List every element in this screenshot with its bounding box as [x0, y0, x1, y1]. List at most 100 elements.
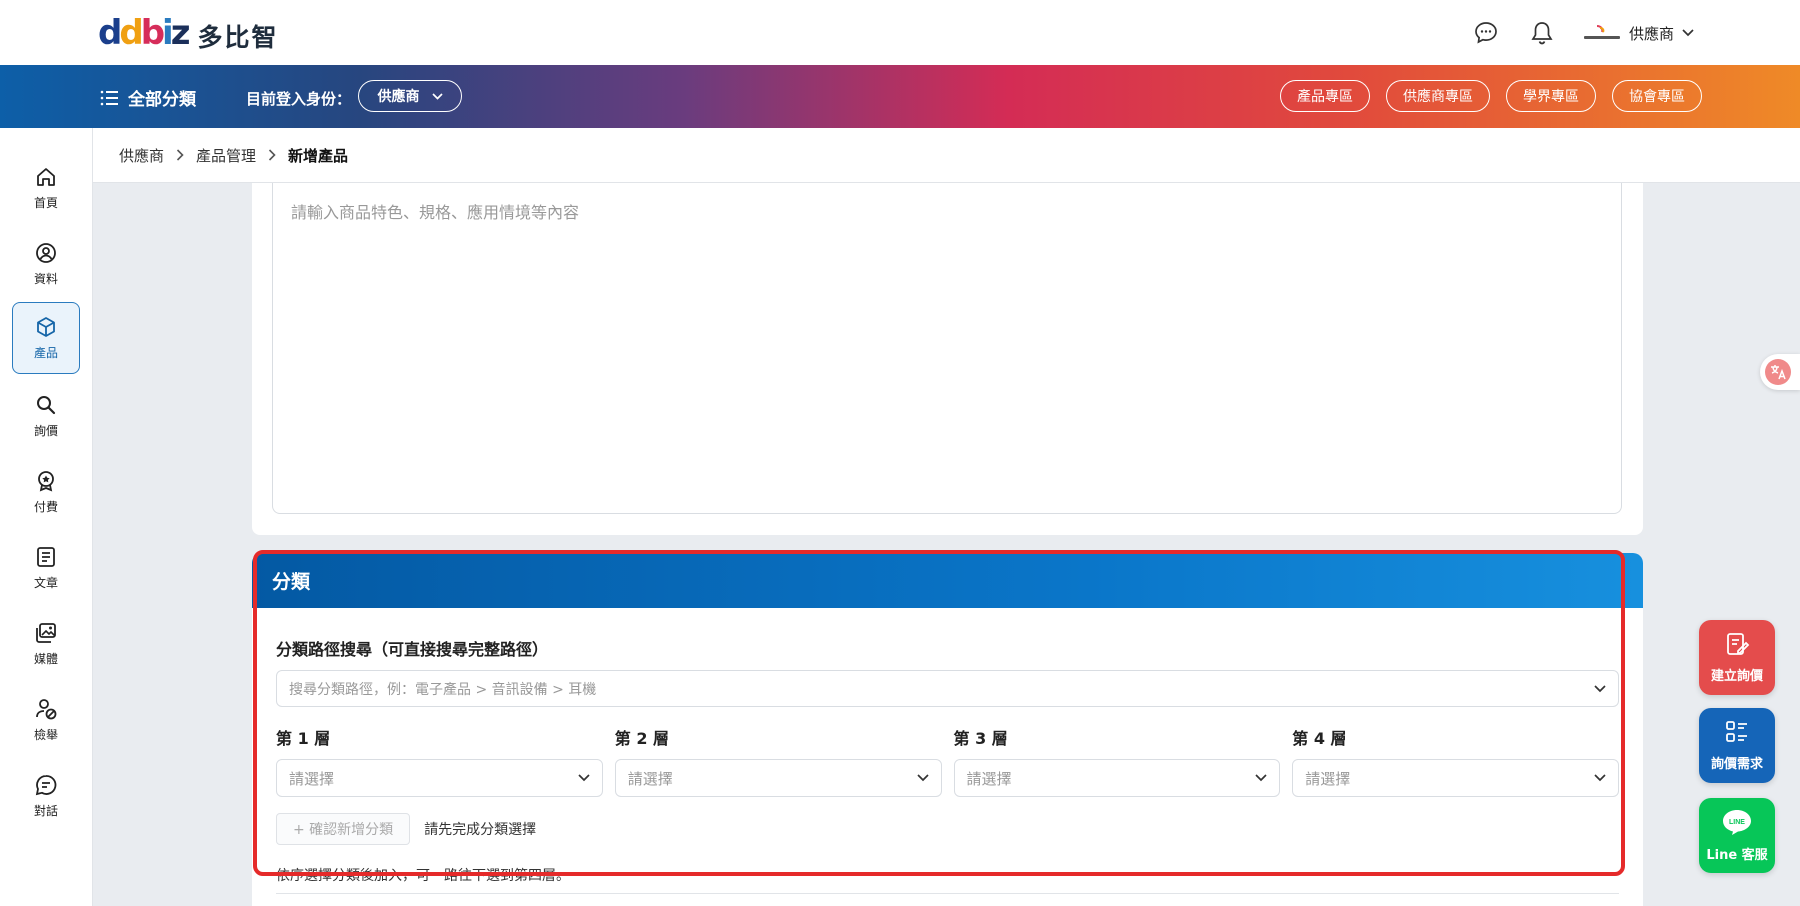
- sidebar-item-chat[interactable]: 對話: [12, 760, 80, 832]
- layer-4-placeholder: 請選擇: [1305, 769, 1351, 788]
- chevron-down-icon: [578, 774, 590, 782]
- zone-academia-button[interactable]: 學界專區: [1506, 80, 1596, 112]
- sidebar-item-home[interactable]: 首頁: [12, 152, 80, 224]
- zone-suppliers-button[interactable]: 供應商專區: [1386, 80, 1490, 112]
- layer-2-label: 第 2 層: [614, 729, 670, 748]
- layer-1-select[interactable]: 請選擇: [276, 759, 603, 797]
- sidebar-item-label: 產品: [33, 345, 58, 360]
- layer-3-group: 第 3 層 請選擇: [953, 725, 1281, 797]
- sidebar-item-inquiry[interactable]: 詢價: [12, 380, 80, 452]
- all-categories-label: 全部分類: [128, 90, 196, 110]
- role-label: 目前登入身份：: [246, 90, 352, 108]
- images-icon: [36, 622, 56, 643]
- breadcrumb-item-product-management[interactable]: 產品管理: [196, 145, 256, 166]
- sidebar-item-label: 文章: [33, 575, 58, 590]
- top-header: ddbiz 多比智 供應商: [0, 0, 1800, 65]
- chevron-down-icon: [1682, 29, 1694, 37]
- layer-3-select[interactable]: 請選擇: [953, 759, 1281, 797]
- report-user-icon: [36, 698, 57, 719]
- sidebar-item-products[interactable]: 產品: [12, 302, 80, 374]
- chevron-right-icon: [268, 149, 276, 161]
- layer-4-label: 第 4 層: [1292, 729, 1347, 748]
- sidebar: 首頁 資料 產品 詢價 付費 文章 媒體 檢舉 對話: [0, 128, 93, 906]
- sidebar-item-payment[interactable]: 付費: [12, 456, 80, 528]
- breadcrumb: 供應商 產品管理 新增產品: [93, 128, 1800, 183]
- zone-products-button[interactable]: 產品專區: [1280, 80, 1370, 112]
- sidebar-item-label: 首頁: [33, 195, 58, 210]
- chevron-down-icon: [1594, 774, 1606, 782]
- sidebar-item-articles[interactable]: 文章: [12, 532, 80, 604]
- layer-2-placeholder: 請選擇: [627, 769, 673, 788]
- sidebar-item-label: 檢舉: [33, 727, 58, 742]
- layer-3-placeholder: 請選擇: [966, 769, 1012, 788]
- inquiry-needs-label: 詢價需求: [1710, 757, 1763, 772]
- chat-bubble-icon[interactable]: [1471, 18, 1501, 48]
- create-inquiry-label: 建立詢價: [1710, 669, 1763, 684]
- badge-icon: [38, 470, 54, 491]
- zone-associations-button[interactable]: 協會專區: [1612, 80, 1702, 112]
- chevron-down-icon: [1594, 684, 1606, 692]
- inquiry-needs-button[interactable]: 詢價需求: [1699, 708, 1775, 783]
- line-service-button[interactable]: LINE Line 客服: [1699, 798, 1775, 873]
- list-icon: [100, 90, 118, 105]
- confirm-hint: 請先完成分類選擇: [424, 822, 537, 838]
- home-icon: [37, 167, 55, 186]
- all-categories-button[interactable]: 全部分類: [100, 85, 196, 110]
- category-card: 分類 分類路徑搜尋（可直接搜尋完整路徑） 搜尋分類路徑，例：電子產品 > 音訊設…: [252, 553, 1643, 906]
- breadcrumb-item-current: 新增產品: [288, 146, 349, 165]
- chevron-right-icon: [176, 149, 184, 161]
- category-path-label: 分類路徑搜尋（可直接搜尋完整路徑）: [276, 640, 549, 659]
- logo-mark-icon: ddbiz: [98, 13, 190, 53]
- chevron-down-icon: [1255, 774, 1267, 782]
- sidebar-item-label: 資料: [33, 271, 58, 286]
- chevron-down-icon: [431, 92, 443, 100]
- sidebar-item-label: 對話: [33, 803, 58, 818]
- category-section-title: 分類: [252, 553, 1643, 608]
- translate-button[interactable]: [1760, 354, 1800, 390]
- category-path-placeholder: 搜尋分類路徑，例：電子產品 > 音訊設備 > 耳機: [289, 681, 597, 698]
- layer-1-label: 第 1 層: [276, 729, 331, 748]
- line-logo-icon: LINE: [1723, 810, 1751, 835]
- list-grid-icon: [1726, 721, 1747, 742]
- breadcrumb-item-supplier[interactable]: 供應商: [119, 145, 164, 166]
- layer-1-placeholder: 請選擇: [289, 769, 335, 788]
- user-circle-icon: [36, 242, 56, 263]
- layer-2-select[interactable]: 請選擇: [614, 759, 942, 797]
- create-inquiry-button[interactable]: 建立詢價: [1699, 620, 1775, 695]
- company-logo-icon: [1583, 24, 1621, 42]
- role-select[interactable]: 供應商: [358, 80, 462, 112]
- sidebar-item-label: 詢價: [33, 423, 58, 438]
- layer-4-select[interactable]: 請選擇: [1292, 759, 1619, 797]
- role-value: 供應商: [377, 89, 420, 105]
- user-menu[interactable]: 供應商: [1583, 23, 1694, 44]
- sidebar-item-label: 付費: [33, 499, 58, 514]
- bell-icon[interactable]: [1527, 18, 1557, 48]
- logo-text: 多比智: [197, 23, 279, 52]
- confirm-add-category-button[interactable]: + 確認新增分類: [276, 813, 411, 845]
- layer-3-label: 第 3 層: [953, 729, 1008, 748]
- brand-logo[interactable]: ddbiz 多比智: [98, 13, 279, 54]
- chat-icon: [35, 774, 57, 795]
- user-name: 供應商: [1628, 24, 1674, 43]
- edit-document-icon: [1727, 633, 1750, 655]
- category-note: 依序選擇分類後加入，可一路往下選到第四層。: [276, 868, 570, 884]
- sidebar-item-report[interactable]: 檢舉: [12, 684, 80, 756]
- layer-4-group: 第 4 層 請選擇: [1292, 725, 1619, 797]
- translate-icon: [1765, 359, 1791, 385]
- layer-2-group: 第 2 層 請選擇: [614, 725, 942, 797]
- layer-1-group: 第 1 層 請選擇: [276, 725, 603, 797]
- svg-text:LINE: LINE: [1729, 819, 1745, 826]
- sidebar-item-label: 媒體: [33, 651, 58, 666]
- line-service-label: Line 客服: [1706, 848, 1768, 863]
- description-card: 請輸入商品特色、規格、應用情境等內容: [252, 183, 1643, 535]
- search-icon: [37, 395, 56, 414]
- category-path-search-input[interactable]: 搜尋分類路徑，例：電子產品 > 音訊設備 > 耳機: [276, 670, 1619, 707]
- box-icon: [37, 316, 55, 337]
- chevron-down-icon: [916, 774, 929, 782]
- sidebar-item-profile[interactable]: 資料: [12, 228, 80, 300]
- category-nav-bar: 全部分類 目前登入身份： 供應商 產品專區 供應商專區 學界專區 協會專區: [0, 65, 1800, 128]
- description-placeholder: 請輸入商品特色、規格、應用情境等內容: [291, 203, 580, 222]
- sidebar-item-media[interactable]: 媒體: [12, 608, 80, 680]
- description-textarea[interactable]: 請輸入商品特色、規格、應用情境等內容: [272, 183, 1622, 514]
- section-divider: [276, 893, 1619, 894]
